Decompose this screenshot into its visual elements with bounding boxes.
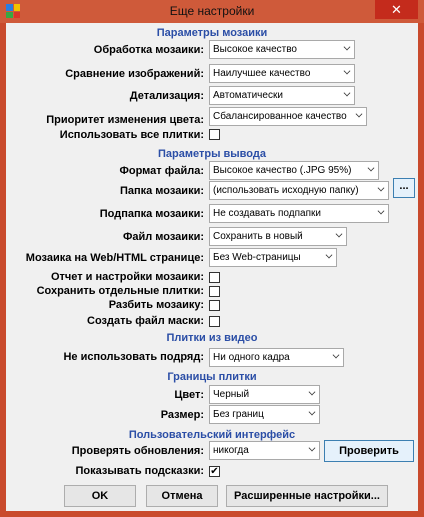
chevron-down-icon bbox=[308, 408, 316, 416]
section-video: Плитки из видео bbox=[166, 332, 258, 344]
border-color-select[interactable]: Черный bbox=[209, 385, 320, 404]
processing-select[interactable]: Высокое качество bbox=[209, 40, 355, 59]
browse-folder-button[interactable]: ... bbox=[393, 178, 415, 198]
border-color-label: Цвет: bbox=[174, 389, 204, 401]
color-priority-select[interactable]: Сбалансированное качество bbox=[209, 107, 367, 126]
hints-checkbox[interactable]: ✔ bbox=[209, 466, 220, 477]
folder-select[interactable]: (использовать исходную папку) bbox=[209, 181, 389, 200]
cancel-button[interactable]: Отмена bbox=[146, 485, 218, 507]
use-all-checkbox[interactable] bbox=[209, 129, 220, 140]
file-select[interactable]: Сохранить в новый bbox=[209, 227, 347, 246]
title-bar: Еще настройки ✕ bbox=[0, 0, 424, 23]
window-title: Еще настройки bbox=[169, 4, 255, 18]
border-size-select[interactable]: Без границ bbox=[209, 405, 320, 424]
web-select[interactable]: Без Web-страницы bbox=[209, 248, 337, 267]
updates-label: Проверять обновления: bbox=[71, 445, 204, 457]
file-label: Файл мозаики: bbox=[122, 231, 204, 243]
chevron-down-icon bbox=[343, 67, 351, 75]
updates-select[interactable]: никогда bbox=[209, 441, 320, 460]
chevron-down-icon bbox=[377, 207, 385, 215]
web-label: Мозаика на Web/HTML странице: bbox=[25, 252, 204, 264]
hints-label: Показывать подсказки: bbox=[75, 465, 204, 477]
repeat-label: Не использовать подряд: bbox=[63, 351, 204, 363]
check-updates-button[interactable]: Проверить bbox=[324, 440, 414, 462]
section-mosaic: Параметры мозаики bbox=[156, 27, 268, 39]
chevron-down-icon bbox=[325, 251, 333, 259]
detail-select[interactable]: Автоматически bbox=[209, 86, 355, 105]
comparison-select[interactable]: Наилучшее качество bbox=[209, 64, 355, 83]
split-label: Разбить мозаику: bbox=[108, 299, 204, 311]
mask-checkbox[interactable] bbox=[209, 316, 220, 327]
chevron-down-icon bbox=[355, 110, 363, 118]
chevron-down-icon bbox=[367, 164, 375, 172]
format-select[interactable]: Высокое качество (.JPG 95%) bbox=[209, 161, 379, 180]
ok-button[interactable]: OK bbox=[64, 485, 136, 507]
chevron-down-icon bbox=[343, 43, 351, 51]
chevron-down-icon bbox=[332, 351, 340, 359]
close-button[interactable]: ✕ bbox=[375, 0, 418, 19]
dialog-body: Параметры мозаики Обработка мозаики: Выс… bbox=[6, 23, 418, 511]
chevron-down-icon bbox=[377, 184, 385, 192]
report-label: Отчет и настройки мозаики: bbox=[50, 271, 204, 283]
subfolder-label: Подпапка мозаики: bbox=[99, 208, 204, 220]
detail-label: Детализация: bbox=[129, 90, 204, 102]
format-label: Формат файла: bbox=[119, 165, 204, 177]
comparison-label: Сравнение изображений: bbox=[65, 68, 204, 80]
report-checkbox[interactable] bbox=[209, 272, 220, 283]
mask-label: Создать файл маски: bbox=[87, 315, 204, 327]
section-output: Параметры вывода bbox=[158, 148, 266, 160]
section-borders: Границы плитки bbox=[167, 371, 257, 383]
processing-label: Обработка мозаики: bbox=[93, 44, 204, 56]
subfolder-select[interactable]: Не создавать подпапки bbox=[209, 204, 389, 223]
save-tiles-checkbox[interactable] bbox=[209, 286, 220, 297]
chevron-down-icon bbox=[308, 388, 316, 396]
folder-label: Папка мозаики: bbox=[119, 185, 204, 197]
save-tiles-label: Сохранить отдельные плитки: bbox=[36, 285, 204, 297]
chevron-down-icon bbox=[308, 444, 316, 452]
repeat-select[interactable]: Ни одного кадра bbox=[209, 348, 344, 367]
border-size-label: Размер: bbox=[160, 409, 204, 421]
advanced-settings-button[interactable]: Расширенные настройки... bbox=[226, 485, 388, 507]
chevron-down-icon bbox=[343, 89, 351, 97]
split-checkbox[interactable] bbox=[209, 300, 220, 311]
chevron-down-icon bbox=[335, 230, 343, 238]
color-priority-label: Приоритет изменения цвета: bbox=[46, 114, 204, 126]
use-all-label: Использовать все плитки: bbox=[59, 129, 204, 141]
